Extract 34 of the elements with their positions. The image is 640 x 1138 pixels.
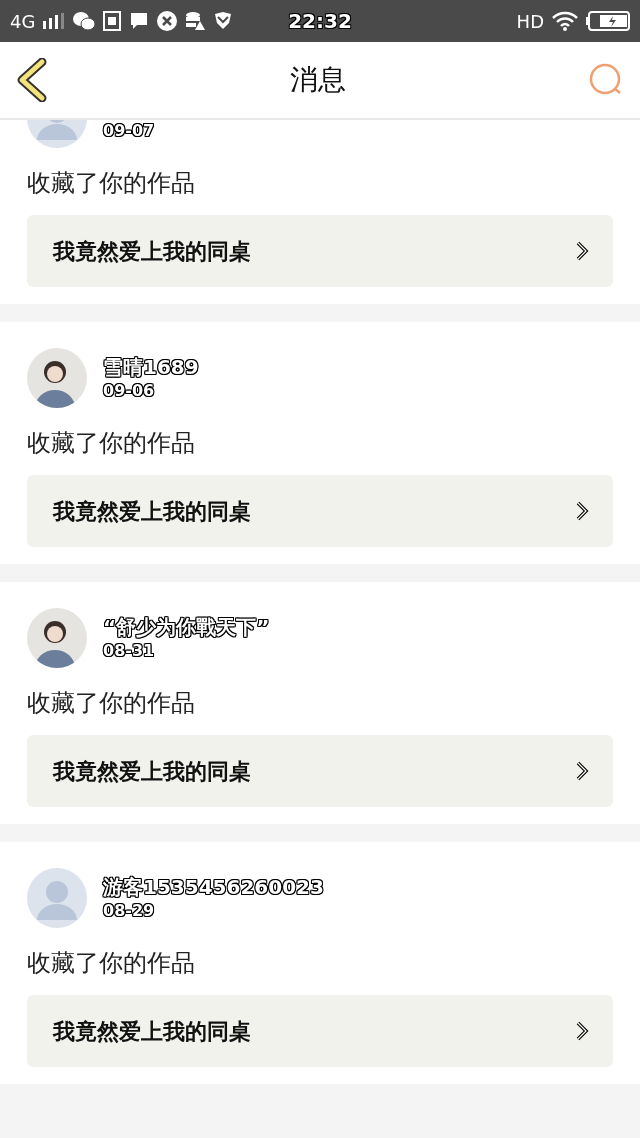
database-warning-icon — [185, 11, 206, 31]
wifi-icon — [552, 11, 578, 31]
action-text: 收藏了你的作品 — [27, 168, 196, 198]
user-name: “舒少为你戰天下” — [103, 614, 270, 640]
message-date: 08-29 — [103, 900, 156, 922]
message-date: 09-07 — [103, 120, 155, 142]
network-label: 4G — [10, 9, 36, 34]
close-circle-icon — [157, 11, 178, 31]
user-name: 游客1535456260023 — [103, 874, 324, 900]
page-title: 消息 — [290, 62, 346, 98]
chat-bubbles-icon — [73, 11, 96, 31]
chevron-right-icon — [575, 1020, 589, 1042]
hd-label: HD — [516, 9, 544, 34]
back-button[interactable] — [16, 58, 48, 102]
clock-time: 22:32 — [288, 8, 352, 35]
action-text: 收藏了你的作品 — [27, 688, 196, 718]
message-icon — [129, 11, 150, 31]
signal-icon — [43, 13, 66, 29]
battery-icon — [586, 11, 630, 31]
default-avatar-icon — [27, 868, 87, 928]
user-name: 雪晴1689 — [103, 354, 199, 380]
action-text: 收藏了你的作品 — [27, 948, 196, 978]
work-link[interactable]: 我竟然爱上我的同桌 — [27, 995, 613, 1067]
chevron-right-icon — [575, 760, 589, 782]
chevron-right-icon — [575, 500, 589, 522]
message-date: 08-31 — [103, 640, 156, 662]
work-link[interactable]: 我竟然爱上我的同桌 — [27, 475, 613, 547]
document-icon — [103, 11, 122, 31]
work-link[interactable]: 我竟然爱上我的同桌 — [27, 735, 613, 807]
action-text: 收藏了你的作品 — [27, 428, 196, 458]
work-link[interactable]: 我竟然爱上我的同桌 — [27, 215, 613, 287]
shield-icon — [213, 11, 234, 31]
message-date: 09-06 — [103, 380, 156, 402]
chevron-right-icon — [575, 240, 589, 262]
